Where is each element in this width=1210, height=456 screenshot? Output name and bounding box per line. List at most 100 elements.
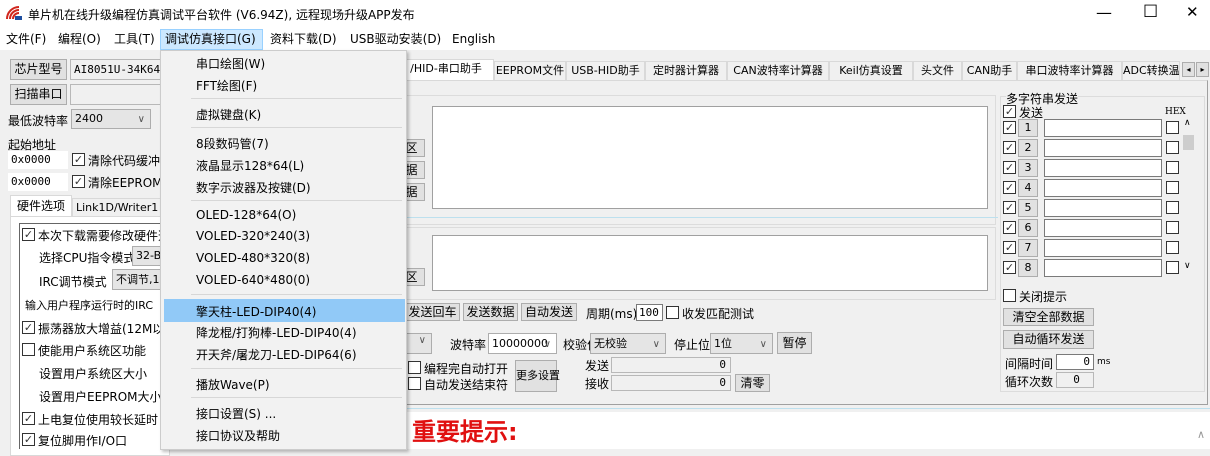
- menu-item-interface-settings[interactable]: 接口设置(S) ...: [196, 405, 276, 422]
- tab-timer-calc[interactable]: 定时器计算器: [645, 61, 727, 80]
- multi-row-hex-checkbox[interactable]: [1166, 261, 1179, 274]
- multi-row-hex-checkbox[interactable]: [1166, 161, 1179, 174]
- interval-input[interactable]: 0: [1056, 354, 1094, 370]
- menu-item-voled-640[interactable]: VOLED-640*480(0): [196, 273, 310, 287]
- auto-end-checkbox[interactable]: [408, 377, 421, 390]
- modify-hw-checkbox[interactable]: ✓: [22, 228, 35, 241]
- stop-bits-select[interactable]: 1位: [710, 333, 773, 354]
- multi-row-hex-checkbox[interactable]: [1166, 241, 1179, 254]
- multi-row-input[interactable]: [1044, 239, 1162, 257]
- menu-item-fft-plot[interactable]: FFT绘图(F): [196, 77, 257, 94]
- receive-textarea[interactable]: [432, 106, 988, 209]
- send-data-button[interactable]: 发送数据: [463, 303, 518, 321]
- scan-port-button[interactable]: 扫描串口: [10, 84, 67, 105]
- min-baud-select[interactable]: 2400: [71, 109, 151, 129]
- multi-row-send-button[interactable]: 2: [1018, 139, 1038, 157]
- tab-serial-baud-calc[interactable]: 串口波特率计算器: [1017, 61, 1122, 80]
- tab-can-assistant[interactable]: CAN助手: [962, 61, 1017, 80]
- multi-row-input[interactable]: [1044, 179, 1162, 197]
- multi-row-input[interactable]: [1044, 139, 1162, 157]
- multi-row-hex-checkbox[interactable]: [1166, 181, 1179, 194]
- clear-all-button[interactable]: 清空全部数据: [1003, 308, 1094, 326]
- menu-item-7seg[interactable]: 8段数码管(7): [196, 135, 269, 152]
- multi-row-input[interactable]: [1044, 159, 1162, 177]
- multi-row-send-button[interactable]: 7: [1018, 239, 1038, 257]
- multi-row-send-checkbox[interactable]: ✓: [1003, 181, 1016, 194]
- multi-row-hex-checkbox[interactable]: [1166, 141, 1179, 154]
- minimize-button[interactable]: —: [1096, 3, 1112, 22]
- notice-scroll-up-icon[interactable]: ∧: [1197, 428, 1205, 441]
- menu-item-oled[interactable]: OLED-128*64(O): [196, 208, 296, 222]
- menu-debug-interface[interactable]: 调试仿真接口(G): [160, 29, 263, 50]
- user-sys-checkbox[interactable]: [22, 343, 35, 356]
- auto-send-button[interactable]: 自动发送: [521, 303, 577, 321]
- menu-file[interactable]: 文件(F): [2, 31, 50, 48]
- maximize-button[interactable]: ☐: [1143, 2, 1158, 22]
- menu-item-protocol-help[interactable]: 接口协议及帮助: [196, 427, 280, 444]
- chip-model-field[interactable]: AI8051U-34K64: [70, 59, 170, 80]
- period-input[interactable]: 100: [636, 304, 663, 321]
- tab-serial-assistant[interactable]: /HID-串口助手: [398, 59, 494, 81]
- menu-tools[interactable]: 工具(T): [110, 31, 159, 48]
- send-cr-button[interactable]: 发送回车: [405, 303, 460, 321]
- start-address-input[interactable]: 0x0000: [8, 151, 68, 169]
- multi-row-send-button[interactable]: 8: [1018, 259, 1038, 277]
- tab-scroll-right-icon[interactable]: ▸: [1196, 62, 1209, 77]
- auto-loop-button[interactable]: 自动循环发送: [1003, 330, 1094, 349]
- match-test-checkbox[interactable]: [666, 306, 679, 319]
- menu-item-voled-480[interactable]: VOLED-480*320(8): [196, 251, 310, 265]
- tab-hardware-options[interactable]: 硬件选项: [10, 195, 72, 217]
- osc-gain-checkbox[interactable]: ✓: [22, 321, 35, 334]
- multi-row-send-checkbox[interactable]: ✓: [1003, 161, 1016, 174]
- tab-link1d-writer1[interactable]: Link1D/Writer1: [72, 198, 162, 217]
- multi-row-send-checkbox[interactable]: ✓: [1003, 141, 1016, 154]
- menu-item-play-wave[interactable]: 播放Wave(P): [196, 376, 270, 393]
- tab-keil-settings[interactable]: Keil仿真设置: [829, 61, 913, 80]
- menu-item-kaitianfu[interactable]: 开天斧/屠龙刀-LED-DIP64(6): [196, 346, 357, 363]
- multi-row-input[interactable]: [1044, 119, 1162, 137]
- more-settings-button[interactable]: 更多设置: [515, 360, 560, 392]
- tab-can-baud[interactable]: CAN波特率计算器: [727, 61, 829, 80]
- splitter[interactable]: [398, 217, 998, 218]
- menu-item-voled-320[interactable]: VOLED-320*240(3): [196, 229, 310, 243]
- long-delay-checkbox[interactable]: ✓: [22, 412, 35, 425]
- menu-usb-driver[interactable]: USB驱动安装(D): [346, 31, 445, 48]
- menu-english[interactable]: English: [448, 31, 499, 48]
- multi-row-hex-checkbox[interactable]: [1166, 121, 1179, 134]
- multi-row-input[interactable]: [1044, 259, 1162, 277]
- tab-adc[interactable]: ADC转换温: [1122, 61, 1180, 80]
- multi-scrollbar[interactable]: ∧ ∨: [1182, 118, 1195, 275]
- tab-eeprom-file[interactable]: EEPROM文件: [494, 61, 566, 80]
- multi-row-send-button[interactable]: 6: [1018, 219, 1038, 237]
- parity-select[interactable]: 无校验: [590, 333, 666, 354]
- baud-select[interactable]: 10000000: [488, 333, 557, 354]
- multi-row-send-checkbox[interactable]: ✓: [1003, 121, 1016, 134]
- multi-row-send-button[interactable]: 4: [1018, 179, 1038, 197]
- menu-item-oscilloscope[interactable]: 数字示波器及按键(D): [196, 179, 311, 196]
- clear-eeprom-checkbox[interactable]: ✓: [72, 175, 85, 188]
- multi-row-input[interactable]: [1044, 199, 1162, 217]
- multi-row-send-checkbox[interactable]: ✓: [1003, 261, 1016, 274]
- multi-send-checkbox[interactable]: ✓: [1003, 105, 1016, 118]
- close-tip-checkbox[interactable]: [1003, 289, 1016, 302]
- loop-count-input[interactable]: 0: [1056, 372, 1094, 388]
- multi-row-send-checkbox[interactable]: ✓: [1003, 241, 1016, 254]
- multi-row-send-button[interactable]: 5: [1018, 199, 1038, 217]
- eeprom-address-input[interactable]: 0x0000: [8, 173, 68, 191]
- menu-program[interactable]: 编程(O): [54, 31, 105, 48]
- menu-item-serial-plot[interactable]: 串口绘图(W): [196, 55, 265, 72]
- send-textarea[interactable]: [432, 235, 988, 291]
- multi-row-send-button[interactable]: 3: [1018, 159, 1038, 177]
- auto-open-checkbox[interactable]: [408, 361, 421, 374]
- pause-button[interactable]: 暂停: [777, 332, 812, 354]
- tab-header-file[interactable]: 头文件: [913, 61, 962, 80]
- menu-item-xianglonggun[interactable]: 降龙棍/打狗棒-LED-DIP40(4): [196, 324, 357, 341]
- menu-item-qingtianzhu[interactable]: 擎天柱-LED-DIP40(4): [196, 303, 316, 320]
- multi-row-send-button[interactable]: 1: [1018, 119, 1038, 137]
- menu-item-lcd[interactable]: 液晶显示128*64(L): [196, 157, 304, 174]
- clear-count-button[interactable]: 清零: [735, 374, 770, 392]
- menu-downloads[interactable]: 资料下载(D): [266, 31, 341, 48]
- close-button[interactable]: ✕: [1186, 3, 1199, 21]
- tab-usb-hid[interactable]: USB-HID助手: [566, 61, 645, 80]
- port-field[interactable]: [70, 84, 170, 105]
